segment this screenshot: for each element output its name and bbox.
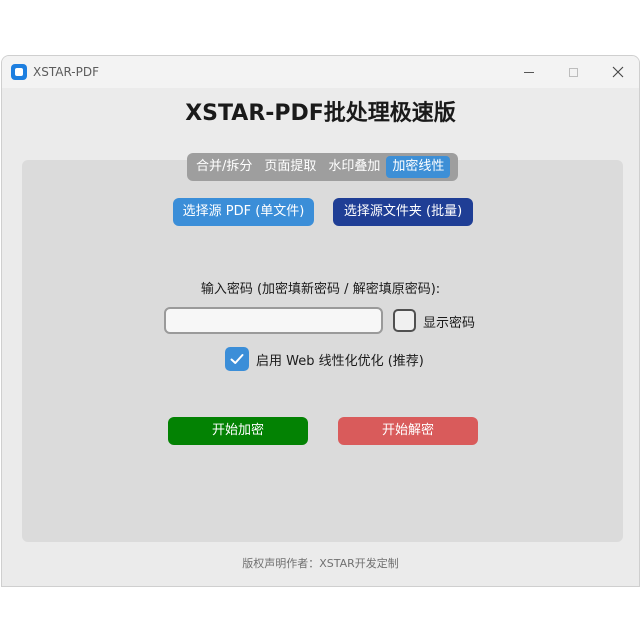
tab-2[interactable]: 水印叠加 xyxy=(322,156,386,178)
checkmark-icon xyxy=(230,354,244,364)
show-password-checkbox[interactable] xyxy=(393,309,416,332)
show-password-label: 显示密码 xyxy=(423,316,476,331)
minimize-button[interactable] xyxy=(507,56,551,88)
close-icon xyxy=(612,66,624,78)
start-decrypt-button[interactable]: 开始解密 xyxy=(338,417,478,445)
maximize-icon xyxy=(568,67,578,77)
app-icon xyxy=(11,64,27,80)
tab-0[interactable]: 合并/拆分 xyxy=(190,156,258,178)
web-optimize-label: 启用 Web 线性化优化 (推荐) xyxy=(256,354,424,369)
tab-1[interactable]: 页面提取 xyxy=(258,156,322,178)
app-window: XSTAR-PDF XSTAR-PDF批处理极速版 合并/拆分 页面提取 水印叠加加… xyxy=(1,55,640,587)
close-button[interactable] xyxy=(596,56,639,88)
tab-bar: 合并/拆分 页面提取 水印叠加 加密线性 xyxy=(187,153,458,181)
web-optimize-checkbox[interactable] xyxy=(225,347,249,371)
password-label: 输入密码 (加密填新密码 / 解密填原密码): xyxy=(200,282,441,297)
maximize-button[interactable] xyxy=(551,56,595,88)
select-source-file-button[interactable]: 选择源 PDF (单文件) xyxy=(173,198,314,226)
page-title: XSTAR-PDF批处理极速版 xyxy=(185,101,456,126)
start-encrypt-button[interactable]: 开始加密 xyxy=(168,417,308,445)
window-title: XSTAR-PDF xyxy=(33,65,100,79)
title-bar: XSTAR-PDF xyxy=(2,56,639,88)
minimize-icon xyxy=(524,71,534,73)
copyright-footer: 版权声明作者：XSTAR开发定制 xyxy=(242,557,399,570)
password-input[interactable] xyxy=(164,307,383,334)
select-source-folder-button[interactable]: 选择源文件夹 (批量) xyxy=(333,198,473,226)
tab-3[interactable]: 加密线性 xyxy=(386,156,451,178)
